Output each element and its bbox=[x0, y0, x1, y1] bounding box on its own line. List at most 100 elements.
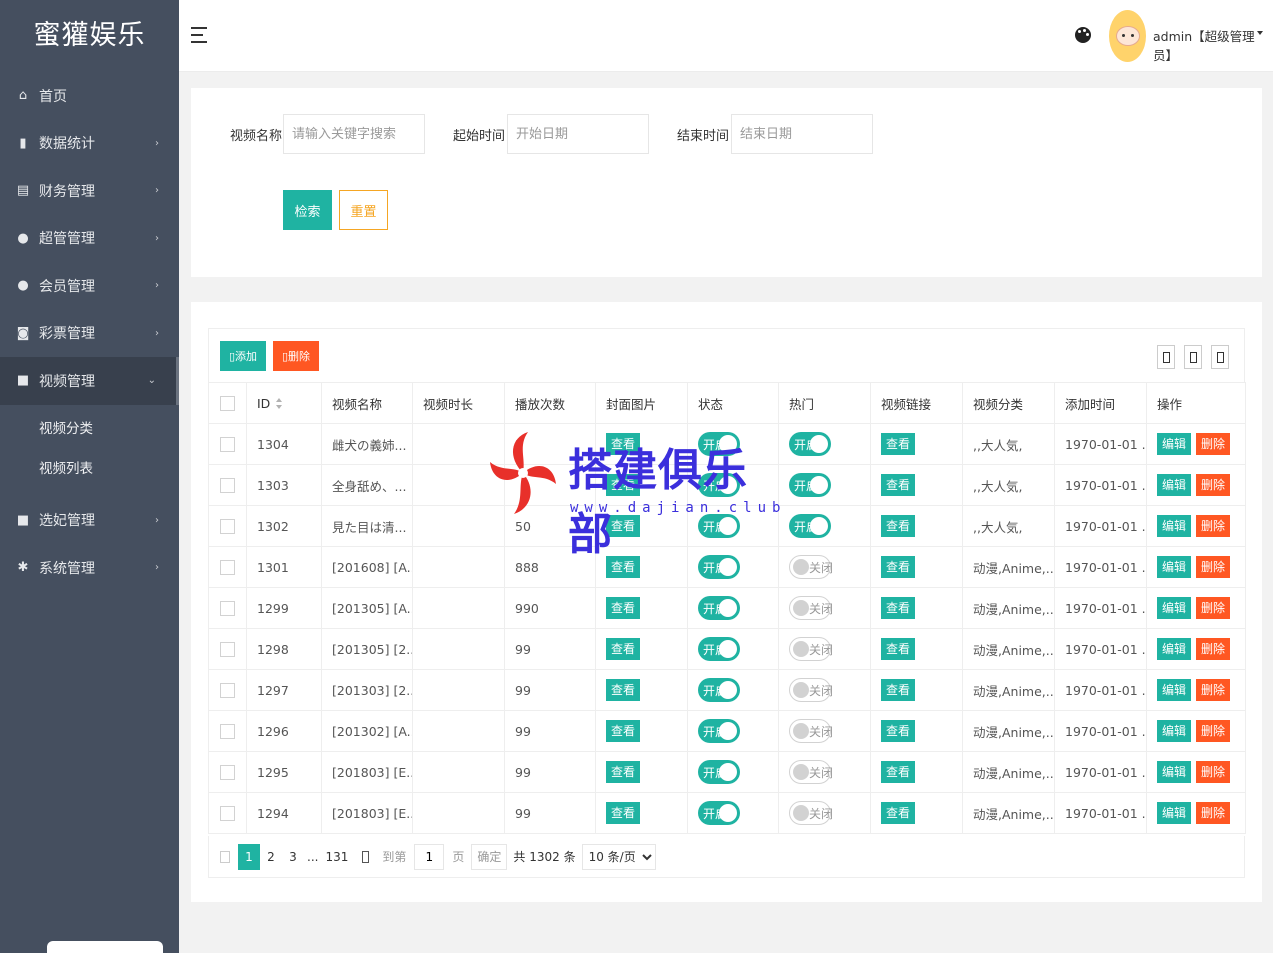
view-link-button[interactable]: 查看 bbox=[881, 515, 916, 537]
view-link-button[interactable]: 查看 bbox=[881, 679, 916, 701]
view-cover-button[interactable]: 查看 bbox=[606, 433, 641, 455]
view-cover-button[interactable]: 查看 bbox=[606, 761, 641, 783]
user-name-dropdown[interactable]: admin【超级管理员】 bbox=[1153, 26, 1273, 64]
status-toggle[interactable]: 开启 bbox=[698, 719, 740, 743]
sidebar-item-4[interactable]: ● 会员管理 › bbox=[0, 262, 179, 310]
status-toggle[interactable]: 开启 bbox=[698, 473, 740, 497]
status-toggle[interactable]: 开启 bbox=[698, 514, 740, 538]
delete-button[interactable]: 删除 bbox=[1196, 720, 1231, 742]
app-logo[interactable]: 蜜獾娱乐 bbox=[0, 0, 179, 72]
status-toggle[interactable]: 开启 bbox=[698, 432, 740, 456]
table-row[interactable]: 1294 [201803] [E... 99 查看 开启 关闭 查看 动漫,Anime,...… bbox=[208, 792, 1246, 834]
view-link-button[interactable]: 查看 bbox=[881, 556, 916, 578]
table-row[interactable]: 1301 [201608] [A... 888 查看 开启 关闭 查看 动漫,Anime,..… bbox=[208, 546, 1246, 588]
sidebar-item-1[interactable]: ▮ 数据统计 › bbox=[0, 120, 179, 168]
theme-palette-icon[interactable] bbox=[1075, 27, 1091, 43]
edit-button[interactable]: 编辑 bbox=[1157, 638, 1192, 660]
view-link-button[interactable]: 查看 bbox=[881, 802, 916, 824]
status-toggle[interactable]: 开启 bbox=[698, 555, 740, 579]
delete-button[interactable]: 删除 bbox=[1196, 515, 1231, 537]
page-2[interactable]: 2 bbox=[260, 844, 282, 870]
export-icon[interactable] bbox=[1184, 345, 1202, 369]
sidebar-item-8[interactable]: ✱ 系统管理 › bbox=[0, 544, 179, 592]
row-checkbox[interactable] bbox=[220, 724, 235, 739]
status-toggle[interactable]: 开启 bbox=[698, 801, 740, 825]
view-cover-button[interactable]: 查看 bbox=[606, 597, 641, 619]
sidebar-subitem-1[interactable]: 视频列表 bbox=[0, 449, 179, 489]
edit-button[interactable]: 编辑 bbox=[1157, 761, 1192, 783]
edit-button[interactable]: 编辑 bbox=[1157, 679, 1192, 701]
view-cover-button[interactable]: 查看 bbox=[606, 802, 641, 824]
avatar[interactable] bbox=[1109, 10, 1146, 62]
delete-button[interactable]: 删除 bbox=[1196, 802, 1231, 824]
table-row[interactable]: 1296 [201302] [A... 99 查看 开启 关闭 查看 动漫,Anime,...… bbox=[208, 710, 1246, 752]
hot-toggle[interactable]: 关闭 bbox=[789, 719, 833, 743]
status-toggle[interactable]: 开启 bbox=[698, 678, 740, 702]
page-last[interactable]: 131 bbox=[321, 844, 352, 870]
add-button[interactable]: ▯添加 bbox=[220, 341, 266, 371]
sidebar-item-3[interactable]: ● 超管管理 › bbox=[0, 215, 179, 263]
page-1[interactable]: 1 bbox=[238, 843, 260, 870]
view-cover-button[interactable]: 查看 bbox=[606, 638, 641, 660]
view-cover-button[interactable]: 查看 bbox=[606, 679, 641, 701]
edit-button[interactable]: 编辑 bbox=[1157, 802, 1192, 824]
header-id[interactable]: ID bbox=[246, 382, 322, 424]
sort-icon[interactable] bbox=[276, 398, 283, 410]
video-name-input[interactable] bbox=[283, 114, 425, 154]
view-cover-button[interactable]: 查看 bbox=[606, 515, 641, 537]
select-all-checkbox[interactable] bbox=[220, 396, 235, 411]
caret-down-icon[interactable] bbox=[1257, 31, 1263, 35]
delete-button[interactable]: 删除 bbox=[1196, 433, 1231, 455]
sidebar-item-0[interactable]: ⌂ 首页 bbox=[0, 72, 179, 120]
delete-button[interactable]: 删除 bbox=[1196, 556, 1231, 578]
hot-toggle[interactable]: 关闭 bbox=[789, 555, 833, 579]
menu-toggle-icon[interactable] bbox=[191, 27, 207, 45]
table-row[interactable]: 1295 [201803] [E... 99 查看 开启 关闭 查看 动漫,Anime,...… bbox=[208, 751, 1246, 793]
sidebar-subitem-0[interactable]: 视频分类 bbox=[0, 409, 179, 449]
edit-button[interactable]: 编辑 bbox=[1157, 515, 1192, 537]
row-checkbox[interactable] bbox=[220, 478, 235, 493]
hot-toggle[interactable]: 关闭 bbox=[789, 678, 833, 702]
table-row[interactable]: 1298 [201305] [2... 99 查看 开启 关闭 查看 动漫,Anime,...… bbox=[208, 628, 1246, 670]
reset-button[interactable]: 重置 bbox=[339, 190, 388, 230]
start-date-input[interactable] bbox=[507, 114, 649, 154]
table-row[interactable]: 1303 全身舐め、... 查看 开启 开启 查看 ,,大人気, 1970-01-01 ...… bbox=[208, 464, 1246, 506]
edit-button[interactable]: 编辑 bbox=[1157, 433, 1192, 455]
row-checkbox[interactable] bbox=[220, 765, 235, 780]
delete-button[interactable]: 删除 bbox=[1196, 761, 1231, 783]
table-row[interactable]: 1297 [201303] [2... 99 查看 开启 关闭 查看 动漫,Anime,...… bbox=[208, 669, 1246, 711]
edit-button[interactable]: 编辑 bbox=[1157, 720, 1192, 742]
print-icon[interactable] bbox=[1211, 345, 1229, 369]
row-checkbox[interactable] bbox=[220, 601, 235, 616]
page-size-select[interactable]: 10 条/页 bbox=[581, 843, 656, 870]
table-row[interactable]: 1299 [201305] [A... 990 查看 开启 关闭 查看 动漫,Anime,..… bbox=[208, 587, 1246, 629]
prev-page-icon[interactable] bbox=[220, 850, 230, 863]
table-row[interactable]: 1304 雌犬の義姉... 5 查看 开启 开启 查看 ,,大人気, 1970-01-01 ..… bbox=[208, 423, 1246, 465]
batch-delete-button[interactable]: ▯删除 bbox=[273, 341, 319, 371]
view-link-button[interactable]: 查看 bbox=[881, 761, 916, 783]
edit-button[interactable]: 编辑 bbox=[1157, 474, 1192, 496]
delete-button[interactable]: 删除 bbox=[1196, 638, 1231, 660]
delete-button[interactable]: 删除 bbox=[1196, 597, 1231, 619]
view-link-button[interactable]: 查看 bbox=[881, 720, 916, 742]
view-cover-button[interactable]: 查看 bbox=[606, 556, 641, 578]
edit-button[interactable]: 编辑 bbox=[1157, 597, 1192, 619]
hot-toggle[interactable]: 关闭 bbox=[789, 801, 833, 825]
columns-filter-icon[interactable] bbox=[1157, 345, 1175, 369]
goto-page-input[interactable] bbox=[414, 843, 445, 870]
search-button[interactable]: 检索 bbox=[283, 190, 332, 230]
edit-button[interactable]: 编辑 bbox=[1157, 556, 1192, 578]
view-link-button[interactable]: 查看 bbox=[881, 597, 916, 619]
status-toggle[interactable]: 开启 bbox=[698, 760, 740, 784]
row-checkbox[interactable] bbox=[220, 560, 235, 575]
row-checkbox[interactable] bbox=[220, 519, 235, 534]
sidebar-item-6[interactable]: ■ 视频管理 ⌄ bbox=[0, 357, 179, 405]
hot-toggle[interactable]: 关闭 bbox=[789, 596, 833, 620]
row-checkbox[interactable] bbox=[220, 683, 235, 698]
hot-toggle[interactable]: 开启 bbox=[789, 473, 831, 497]
next-page-icon[interactable] bbox=[362, 850, 370, 863]
hot-toggle[interactable]: 关闭 bbox=[789, 637, 833, 661]
delete-button[interactable]: 删除 bbox=[1196, 679, 1231, 701]
page-3[interactable]: 3 bbox=[282, 844, 304, 870]
row-checkbox[interactable] bbox=[220, 437, 235, 452]
